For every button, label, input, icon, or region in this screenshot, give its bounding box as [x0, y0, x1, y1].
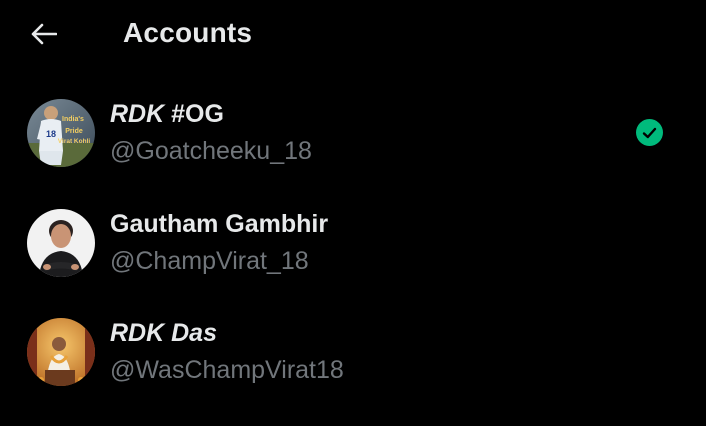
arrow-left-icon [31, 23, 57, 45]
account-display-name-rest: Gautham Gambhir [110, 210, 329, 238]
account-handle: @ChampVirat_18 [110, 247, 309, 275]
account-display-name-styled: RDK [110, 100, 165, 128]
page-title: Accounts [123, 17, 253, 48]
svg-text:Virat Kohli: Virat Kohli [58, 138, 91, 145]
account-display-name: RDK Das [110, 317, 217, 349]
svg-text:India's: India's [62, 116, 84, 123]
svg-text:18: 18 [46, 129, 56, 139]
avatar: 18 India's Pride Virat Kohli [27, 99, 95, 167]
back-button[interactable] [22, 14, 66, 54]
account-item-gautham-gambhir[interactable]: Gautham Gambhir @ChampVirat_18 [0, 188, 706, 296]
svg-text:Pride: Pride [65, 128, 83, 135]
account-handle: @Goatcheeku_18 [110, 137, 312, 165]
avatar [27, 318, 95, 386]
account-handle: @WasChampVirat18 [110, 356, 344, 384]
account-display-name-rest: #OG [164, 100, 224, 128]
check-circle-icon [636, 119, 663, 146]
account-item-rdk-das[interactable]: RDK Das @WasChampVirat18 [0, 297, 706, 405]
avatar [27, 209, 95, 277]
header-bar: Accounts [0, 0, 706, 68]
account-display-name: Gautham Gambhir [110, 208, 328, 240]
account-display-name-styled: RDK Das [110, 319, 217, 347]
account-display-name: RDK #OG [110, 98, 224, 130]
account-item-rdk-og[interactable]: 18 India's Pride Virat Kohli RDK #OG @Go… [0, 78, 706, 186]
